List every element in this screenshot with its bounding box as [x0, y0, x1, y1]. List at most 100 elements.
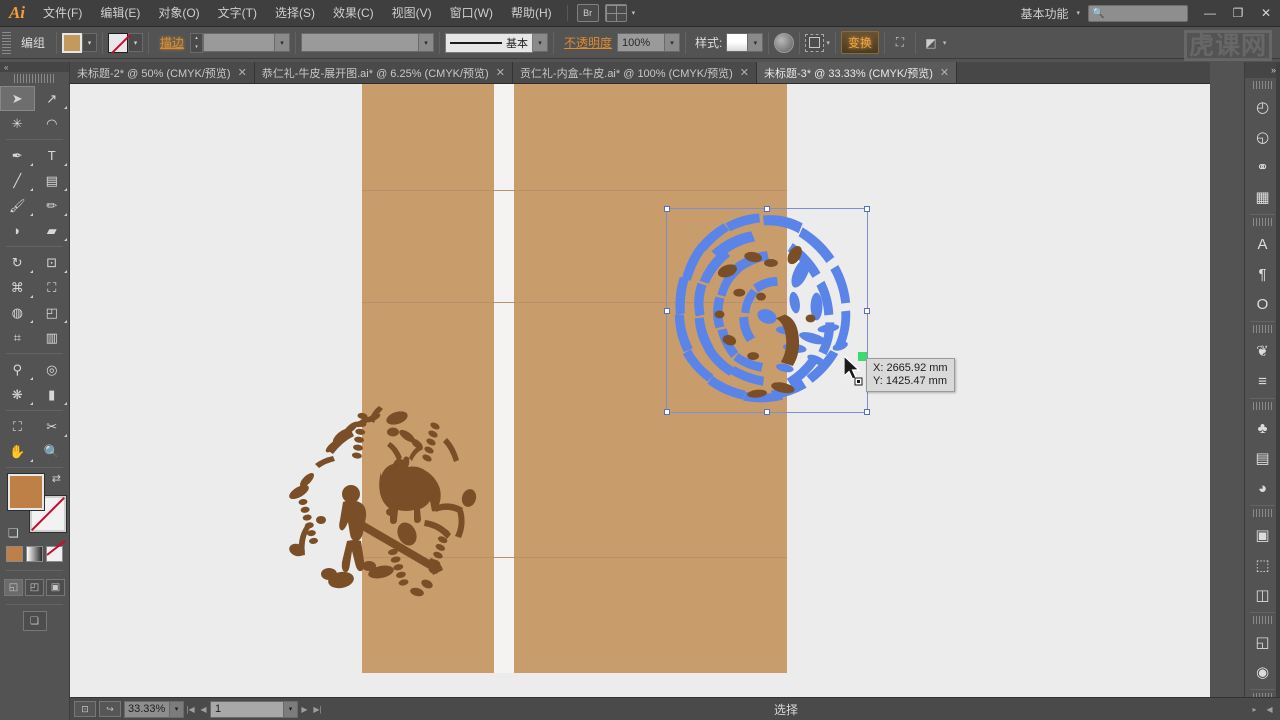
artboard-tool[interactable]: ⛶	[0, 414, 35, 439]
selection-handle-top-left[interactable]	[664, 206, 670, 212]
stroke-weight-stepper[interactable]: ▴ ▾	[190, 32, 204, 53]
selection-handle-top-right[interactable]	[864, 206, 870, 212]
stroke-options-button[interactable]: 描边	[154, 34, 190, 51]
artboard-chevron-down-icon[interactable]: ▾	[284, 700, 298, 718]
menu-effect[interactable]: 效果(C)	[324, 0, 383, 27]
align-panel-icon[interactable]: ▣	[1245, 520, 1280, 550]
tool-flyout-triangle-icon[interactable]	[29, 270, 33, 273]
symbols-panel-icon[interactable]: ♣	[1245, 413, 1280, 443]
pencil-tool[interactable]: ✏	[35, 193, 70, 218]
opacity-label[interactable]: 不透明度	[559, 34, 617, 51]
color-panel-icon[interactable]: ◴	[1245, 92, 1280, 122]
graphic-styles-panel-icon[interactable]: ◉	[1245, 657, 1280, 687]
gradient-tool[interactable]: ▥	[35, 325, 70, 350]
color-guide-panel-icon[interactable]: ◵	[1245, 122, 1280, 152]
menu-window[interactable]: 窗口(W)	[441, 0, 502, 27]
tool-flyout-triangle-icon[interactable]	[29, 188, 33, 191]
status-expand-icon[interactable]: ◀	[1263, 701, 1276, 718]
arrange-documents-icon[interactable]	[604, 4, 627, 22]
swap-fill-stroke-icon[interactable]: ⇄	[52, 472, 61, 485]
artboard-number-field[interactable]: 1	[210, 700, 284, 718]
transform-panel-icon[interactable]: ⬚	[1245, 550, 1280, 580]
line-segment-tool[interactable]: ╱	[0, 168, 35, 193]
selection-handle-middle-left[interactable]	[664, 307, 670, 314]
appearance-panel-icon[interactable]: ◱	[1245, 627, 1280, 657]
document-tab-1[interactable]: 未标题-2* @ 50% (CMYK/预览) ✕	[70, 62, 255, 83]
paragraph-panel-icon[interactable]: ¶	[1245, 259, 1280, 289]
free-transform-tool[interactable]: ⛶	[35, 275, 70, 300]
stroke-profile-field[interactable]	[301, 33, 420, 52]
next-artboard-button[interactable]: ▶	[298, 701, 311, 718]
zoom-tool[interactable]: 🔍	[35, 439, 70, 464]
document-tab-4[interactable]: 未标题-3* @ 33.33% (CMYK/预览) ✕	[757, 62, 958, 83]
bridge-icon[interactable]: Br	[576, 4, 599, 22]
swatches-panel-icon[interactable]: ▦	[1245, 182, 1280, 212]
selection-handle-top-center[interactable]	[764, 206, 770, 212]
align-icon[interactable]	[805, 33, 825, 52]
type-tool[interactable]: T	[35, 143, 70, 168]
document-tab-3[interactable]: 贡仁礼-内盒-牛皮.ai* @ 100% (CMYK/预览) ✕	[512, 62, 758, 83]
fill-chevron-down-icon[interactable]: ▾	[82, 33, 98, 52]
tool-flyout-triangle-icon[interactable]	[64, 270, 67, 273]
rectangle-tool[interactable]: ▤	[35, 168, 70, 193]
selection-handle-middle-right[interactable]	[864, 307, 870, 314]
fill-swatch-group[interactable]: ▾	[62, 32, 98, 53]
rotate-tool[interactable]: ↻	[0, 250, 35, 275]
stroke-weight-chevron-down-icon[interactable]: ▾	[275, 33, 291, 52]
stroke-color-swatch[interactable]	[108, 32, 129, 53]
tool-flyout-triangle-icon[interactable]	[64, 163, 67, 166]
direct-selection-tool[interactable]: ↗	[35, 86, 70, 111]
toolbar-fill-swatch[interactable]	[8, 474, 44, 510]
tool-flyout-triangle-icon[interactable]	[64, 320, 67, 323]
tool-flyout-triangle-icon[interactable]	[64, 402, 67, 405]
close-icon[interactable]: ✕	[238, 66, 247, 79]
tool-flyout-triangle-icon[interactable]	[64, 106, 67, 109]
shape-builder-tool[interactable]: ◍	[0, 300, 35, 325]
tool-flyout-triangle-icon[interactable]	[29, 320, 33, 323]
slice-tool[interactable]: ✂	[35, 414, 70, 439]
lasso-tool[interactable]: ◠	[35, 111, 70, 136]
menu-type[interactable]: 文字(T)	[209, 0, 266, 27]
tool-flyout-triangle-icon[interactable]	[29, 163, 33, 166]
kuler-panel-icon[interactable]: ⚭	[1245, 152, 1280, 182]
stroke-style-preview[interactable]: 基本	[445, 32, 534, 53]
fill-color-swatch[interactable]	[62, 32, 83, 53]
tool-flyout-triangle-icon[interactable]	[29, 402, 33, 405]
column-graph-tool[interactable]: ▮	[35, 382, 70, 407]
tools-panel-gripper[interactable]	[14, 74, 55, 83]
menu-help[interactable]: 帮助(H)	[502, 0, 561, 27]
isolate-selected-object-icon[interactable]: ⛶	[890, 33, 910, 53]
selection-handle-bottom-left[interactable]	[664, 409, 670, 415]
shape-chevron-down-icon[interactable]: ▾	[943, 39, 947, 47]
tool-flyout-triangle-icon[interactable]	[29, 377, 33, 380]
menu-select[interactable]: 选择(S)	[266, 0, 324, 27]
stroke-style-chevron-down-icon[interactable]: ▾	[533, 33, 549, 52]
stroke-profile-chevron-down-icon[interactable]: ▾	[419, 33, 435, 52]
document-tab-2[interactable]: 恭仁礼-牛皮-展开图.ai* @ 6.25% (CMYK/预览) ✕	[254, 62, 513, 83]
export-icon[interactable]: ↪	[99, 701, 121, 717]
perspective-grid-tool[interactable]: ◰	[35, 300, 70, 325]
prev-artboard-button[interactable]: ◀	[197, 701, 210, 718]
minimize-button[interactable]: —	[1196, 0, 1224, 27]
scale-tool[interactable]: ⊡	[35, 250, 70, 275]
brown-circular-artwork[interactable]	[285, 402, 485, 602]
menu-edit[interactable]: 编辑(E)	[91, 0, 149, 27]
eyedropper-tool[interactable]: ⚲	[0, 357, 35, 382]
dock-group-gripper-1[interactable]	[1253, 81, 1272, 89]
tool-flyout-triangle-icon[interactable]	[64, 213, 67, 216]
none-fill-mode-button[interactable]	[46, 546, 63, 562]
menu-view[interactable]: 视图(V)	[383, 0, 441, 27]
pathfinder-panel-icon[interactable]: ◫	[1245, 580, 1280, 610]
gradient-fill-mode-button[interactable]	[26, 546, 43, 562]
transparency-panel-icon[interactable]: ◕	[1245, 473, 1280, 503]
tool-flyout-triangle-icon[interactable]	[29, 295, 33, 298]
shape-mode-icon[interactable]: ◩	[921, 33, 941, 53]
tools-panel-collapse-button[interactable]: «	[0, 62, 69, 72]
workspace-switcher-label[interactable]: 基本功能	[1014, 5, 1074, 22]
dock-group-gripper-2[interactable]	[1253, 218, 1272, 226]
stroke-weight-field[interactable]	[203, 33, 276, 52]
width-tool[interactable]: ⌘	[0, 275, 35, 300]
eraser-tool[interactable]: ▰	[35, 218, 70, 243]
selection-bounding-box[interactable]	[664, 206, 870, 415]
close-button[interactable]: ✕	[1252, 0, 1280, 27]
